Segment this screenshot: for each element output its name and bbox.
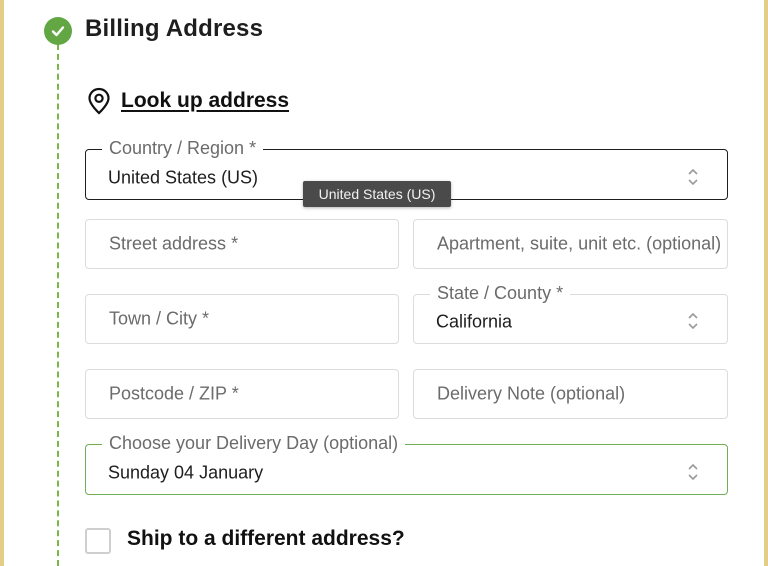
postcode-input[interactable]: Postcode / ZIP * — [85, 369, 399, 419]
ship-different-checkbox[interactable] — [85, 528, 111, 554]
state-select[interactable]: State / County * California — [413, 282, 728, 344]
street-address-placeholder: Street address * — [109, 233, 239, 254]
delivery-note-placeholder: Delivery Note (optional) — [437, 383, 626, 404]
delivery-day-value: Sunday 04 January — [108, 461, 264, 482]
page-frame-right — [764, 0, 768, 566]
select-arrows-icon — [687, 462, 699, 482]
delivery-day-label: Choose your Delivery Day (optional) — [102, 432, 406, 454]
postcode-placeholder: Postcode / ZIP * — [109, 383, 239, 404]
country-tooltip: United States (US) — [303, 181, 451, 207]
street-address-input[interactable]: Street address * — [85, 219, 399, 269]
select-arrows-icon — [687, 311, 699, 331]
section-title: Billing Address — [85, 15, 264, 42]
state-value: California — [436, 311, 513, 332]
delivery-day-select[interactable]: Choose your Delivery Day (optional) Sund… — [85, 432, 728, 495]
location-pin-icon — [86, 87, 112, 115]
city-input[interactable]: Town / City * — [85, 294, 399, 344]
lookup-address-link[interactable]: Look up address — [86, 86, 289, 116]
country-label: Country / Region * — [102, 137, 264, 159]
state-label: State / County * — [430, 282, 571, 304]
apartment-input[interactable]: Apartment, suite, unit etc. (optional) — [413, 219, 728, 269]
page-frame-left — [0, 0, 4, 566]
step-connector-line — [57, 44, 59, 566]
apartment-placeholder: Apartment, suite, unit etc. (optional) — [437, 233, 722, 254]
country-value: United States (US) — [108, 166, 259, 187]
delivery-note-input[interactable]: Delivery Note (optional) — [413, 369, 728, 419]
city-placeholder: Town / City * — [109, 308, 210, 329]
step-complete-check-icon — [44, 17, 72, 45]
select-arrows-icon — [687, 167, 699, 187]
ship-different-label[interactable]: Ship to a different address? — [127, 527, 405, 551]
lookup-address-label: Look up address — [121, 89, 290, 112]
